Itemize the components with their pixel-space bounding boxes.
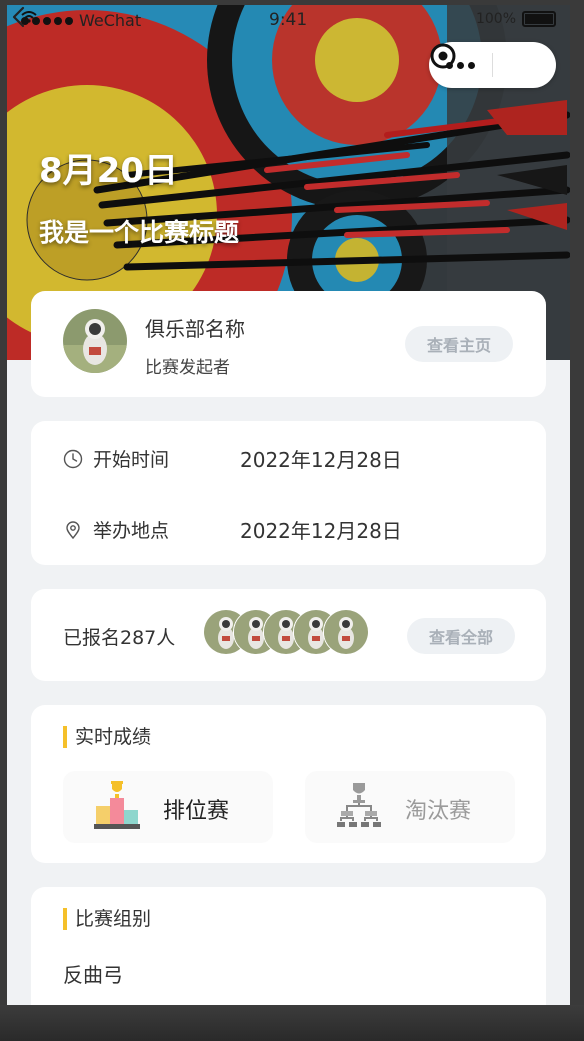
event-date: 8月20日 <box>39 151 178 191</box>
club-role: 比赛发起者 <box>145 358 230 378</box>
target-icon <box>430 43 456 69</box>
registered-count: 已报名287人 <box>63 627 176 649</box>
start-time-row: 开始时间 2022年12月28日 <box>63 445 402 472</box>
mini-program-capsule <box>429 42 556 88</box>
view-all-button[interactable]: 查看全部 <box>407 618 515 654</box>
battery-icon <box>522 11 556 27</box>
clock-icon <box>63 449 83 468</box>
location-value: 2022年12月28日 <box>240 519 402 543</box>
club-avatar <box>63 309 127 373</box>
start-time-label: 开始时间 <box>93 449 170 471</box>
ranking-round-button[interactable]: 排位赛 <box>63 771 273 843</box>
view-homepage-button[interactable]: 查看主页 <box>405 326 513 362</box>
organizer-card: 俱乐部名称 比赛发起者 查看主页 <box>31 291 546 397</box>
battery-level: 100% <box>475 11 516 27</box>
competition-group-title: 比赛组别 <box>63 908 151 930</box>
device-bottom-shadow <box>0 1005 584 1041</box>
battery: 100% <box>476 11 556 27</box>
back-arrow-icon[interactable] <box>7 5 31 29</box>
bracket-trophy-icon <box>337 783 381 827</box>
live-scores-title: 实时成绩 <box>63 726 151 748</box>
phone-screen: WeChat 9:41 100% 8月20日 我是一个比赛标题 俱乐部名称 比赛… <box>7 5 570 1005</box>
competition-group-value: 反曲弓 <box>63 963 123 987</box>
knockout-round-label: 淘汰赛 <box>405 799 472 824</box>
location-pin-icon <box>66 520 80 539</box>
carrier: WeChat <box>21 11 141 30</box>
live-scores-card: 实时成绩 排位赛 淘汰赛 <box>31 705 546 863</box>
capsule-divider <box>492 53 493 77</box>
club-name: 俱乐部名称 <box>145 317 245 341</box>
event-info-card: 开始时间 2022年12月28日 举办地点 2022年12月28日 <box>31 421 546 565</box>
competition-group-card: 比赛组别 反曲弓 <box>31 887 546 1005</box>
event-title: 我是一个比赛标题 <box>39 218 240 247</box>
status-time: 9:41 <box>269 10 308 30</box>
location-row: 举办地点 2022年12月28日 <box>63 516 402 543</box>
status-bar: WeChat 9:41 100% <box>7 5 570 37</box>
carrier-name: WeChat <box>79 11 142 30</box>
registration-card: 已报名287人 查看全部 <box>31 589 546 681</box>
participant-avatar <box>323 609 369 655</box>
ranking-round-label: 排位赛 <box>163 799 230 824</box>
start-time-value: 2022年12月28日 <box>240 448 402 472</box>
podium-icon <box>94 781 140 829</box>
knockout-round-button[interactable]: 淘汰赛 <box>305 771 515 843</box>
location-label: 举办地点 <box>93 520 170 542</box>
